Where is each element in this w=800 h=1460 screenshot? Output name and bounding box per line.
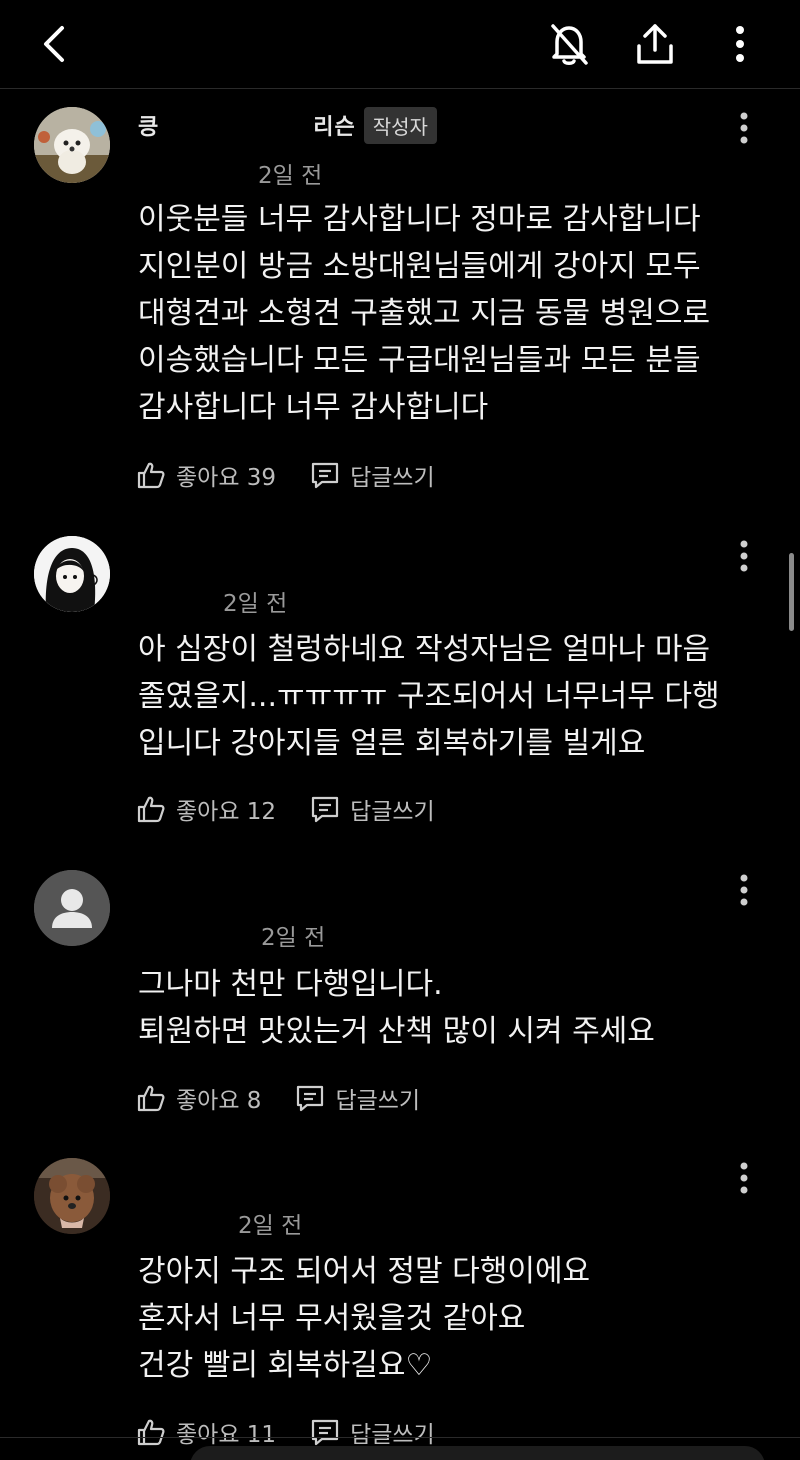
avatar[interactable] [34, 870, 110, 946]
reply-icon [311, 462, 339, 489]
like-button[interactable]: 좋아요 8 [136, 1081, 261, 1115]
like-button[interactable]: 좋아요 12 [136, 792, 276, 826]
like-count: 좋아요 8 [176, 1088, 262, 1114]
comment-actions: 좋아요 8 답글쓰기 [136, 1078, 420, 1118]
comment-date: 2일 전 [258, 163, 323, 189]
bell-off-icon [551, 24, 588, 65]
redaction-mark [120, 1150, 345, 1184]
comment-more-button[interactable] [728, 534, 760, 578]
comment-author-row: 킁 리슨 작성자 [138, 105, 437, 145]
thumbs-up-icon [137, 462, 165, 489]
like-button[interactable]: 좋아요 39 [136, 458, 276, 492]
reply-button[interactable]: 답글쓰기 [310, 792, 435, 826]
share-icon [637, 24, 673, 64]
comment-more-button[interactable] [728, 1156, 760, 1200]
comment-body: 강아지 구조 되어서 정말 다행이에요 혼자서 너무 무서웠을것 같아요 건강 … [138, 1254, 591, 1383]
reply-button[interactable]: 답글쓰기 [310, 1415, 435, 1449]
reply-icon [297, 1085, 324, 1112]
comment-date: 2일 전 [238, 1213, 303, 1239]
like-count: 좋아요 12 [176, 799, 277, 825]
more-vertical-icon [740, 540, 748, 572]
back-button[interactable] [28, 16, 84, 72]
avatar[interactable] [34, 536, 110, 612]
comment-more-button[interactable] [728, 106, 760, 150]
comment-body: 그나마 천만 다행입니다. 퇴원하면 맛있는거 산책 많이 시켜 주세요 [138, 967, 655, 1049]
redaction-mark [120, 530, 270, 562]
author-badge: 작성자 [363, 106, 437, 144]
default-user-icon [34, 870, 110, 946]
comment-actions: 좋아요 39 답글쓰기 [136, 455, 435, 495]
chevron-left-icon [44, 26, 64, 62]
author-name-suffix: 리슨 [313, 115, 356, 140]
illustrated-girl-avatar [34, 536, 110, 612]
redaction-mark [128, 586, 212, 614]
comment-body: 이웃분들 너무 감사합니다 정마로 감사합니다 지인분이 방금 소방대원님들에게… [138, 202, 711, 425]
author-name-prefix: 킁 [138, 115, 160, 140]
reply-icon [311, 796, 339, 823]
comment-actions: 좋아요 12 답글쓰기 [136, 789, 435, 829]
more-vertical-icon [736, 26, 744, 62]
dog-photo-avatar [34, 1158, 110, 1234]
like-count: 좋아요 39 [176, 465, 277, 491]
reply-button[interactable]: 답글쓰기 [310, 458, 435, 492]
thumbs-up-icon [137, 1085, 165, 1112]
like-count: 좋아요 11 [176, 1422, 277, 1448]
avatar[interactable] [34, 107, 110, 183]
more-vertical-icon [740, 1162, 748, 1194]
redaction-mark [128, 1208, 228, 1236]
reply-button[interactable]: 답글쓰기 [295, 1081, 420, 1115]
reply-label: 답글쓰기 [335, 1088, 421, 1114]
comment-more-button[interactable] [728, 868, 760, 912]
more-options-button[interactable] [712, 16, 768, 72]
reply-label: 답글쓰기 [350, 465, 435, 491]
more-vertical-icon [740, 874, 748, 906]
reply-icon [311, 1419, 339, 1446]
thumbs-up-icon [137, 796, 165, 823]
redaction-mark [120, 866, 320, 898]
notification-off-button[interactable] [541, 16, 597, 72]
redaction-mark [161, 113, 312, 137]
reply-label: 답글쓰기 [350, 799, 435, 825]
divider [0, 1437, 800, 1438]
reply-label: 답글쓰기 [350, 1422, 435, 1448]
comment-body: 아 심장이 철렁하네요 작성자님은 얼마나 마음 졸였을지...ㅠㅠㅠㅠ 구조되… [138, 632, 720, 761]
more-vertical-icon [740, 112, 748, 144]
like-button[interactable]: 좋아요 11 [136, 1415, 276, 1449]
share-button[interactable] [627, 16, 683, 72]
top-app-bar [0, 0, 800, 89]
comment-date: 2일 전 [261, 925, 326, 951]
thumbs-up-icon [137, 1419, 165, 1446]
redaction-mark [130, 920, 242, 948]
dog-photo-avatar [34, 107, 110, 183]
redaction-mark [138, 160, 250, 186]
avatar[interactable] [34, 1158, 110, 1234]
comment-input-bar[interactable] [190, 1446, 765, 1460]
comments-screen: 킁 리슨 작성자 2일 전 이웃분들 너무 감사합니다 정마로 감사합니다 지인… [0, 0, 800, 1460]
comment-date: 2일 전 [223, 591, 288, 617]
scrollbar[interactable] [789, 553, 794, 631]
